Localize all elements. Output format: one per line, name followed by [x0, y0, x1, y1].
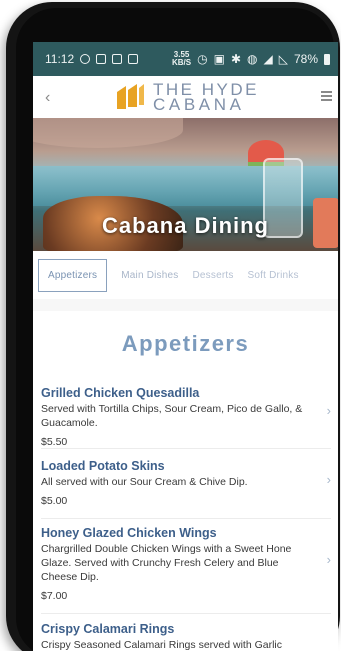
hero-title: Cabana Dining	[101, 213, 269, 238]
menu-item[interactable]: Loaded Potato Skins All served with our …	[41, 459, 331, 519]
nfc-icon: ▣	[213, 52, 225, 66]
hotspot-icon: ◍	[247, 52, 258, 66]
tab-main-dishes[interactable]: Main Dishes	[121, 270, 178, 281]
tab-desserts[interactable]: Desserts	[192, 270, 233, 281]
app-header: ‹ THE HYDE CABANA	[33, 76, 338, 118]
back-chevron-icon[interactable]: ‹	[45, 89, 50, 107]
item-price: $7.00	[41, 590, 68, 602]
hamburger-menu-icon[interactable]	[321, 91, 332, 103]
item-price: $5.00	[41, 495, 68, 507]
item-name: Crispy Calamari Rings	[41, 622, 175, 636]
app-notification-icon	[112, 54, 123, 64]
phone-screen: 11:12 3.55 KB/S ◷ ▣ ✱ ◍ ◢ ◺ 78% ‹ THE HY…	[33, 42, 338, 651]
item-description: Chargrilled Double Chicken Wings with a …	[41, 543, 292, 583]
chevron-right-icon: ›	[326, 552, 331, 567]
menu-item[interactable]: Crispy Calamari Rings Crispy Seasoned Ca…	[41, 622, 331, 651]
app-notification-icon-2	[128, 54, 139, 64]
category-tabs: Appetizers Main Dishes Desserts Soft Dri…	[33, 251, 338, 299]
menu-item[interactable]: Honey Glazed Chicken Wings Chargrilled D…	[41, 526, 331, 614]
status-right: 3.55 KB/S ◷ ▣ ✱ ◍ ◢ ◺ 78%	[172, 51, 330, 67]
chat-notification-icon	[80, 54, 91, 64]
status-time: 11:12	[45, 52, 75, 66]
item-name: Loaded Potato Skins	[41, 459, 165, 473]
tab-soft-drinks[interactable]: Soft Drinks	[248, 270, 299, 281]
item-name: Grilled Chicken Quesadilla	[41, 386, 200, 400]
item-price: $5.50	[41, 436, 68, 448]
menu-content: Appetizers Grilled Chicken Quesadilla Se…	[33, 299, 338, 651]
item-description: Crispy Seasoned Calamari Rings served wi…	[41, 639, 283, 651]
alarm-icon: ◷	[197, 52, 208, 66]
network-speed-unit: KB/S	[172, 58, 192, 67]
chevron-right-icon: ›	[326, 403, 331, 418]
hero-banner: Cabana Dining	[33, 118, 338, 251]
section-title: Appetizers	[121, 331, 250, 356]
item-description: Served with Tortilla Chips, Sour Cream, …	[41, 403, 303, 429]
item-description: All served with our Sour Cream & Chive D…	[41, 476, 248, 488]
status-bar: 11:12 3.55 KB/S ◷ ▣ ✱ ◍ ◢ ◺ 78%	[33, 42, 338, 76]
menu-card: Appetizers Grilled Chicken Quesadilla Se…	[33, 311, 338, 651]
hero-umbrella-shape	[33, 118, 183, 148]
signal-icon: ◢	[263, 52, 273, 66]
hyde-cabana-logo[interactable]: THE HYDE CABANA	[115, 81, 259, 114]
chevron-right-icon: ›	[326, 472, 331, 487]
logo-text: THE HYDE CABANA	[153, 81, 259, 114]
network-speed: 3.55 KB/S	[172, 51, 191, 67]
item-name: Honey Glazed Chicken Wings	[41, 526, 217, 540]
calendar-notification-icon	[96, 54, 107, 64]
status-left: 11:12	[45, 52, 139, 66]
tab-appetizers[interactable]: Appetizers	[38, 258, 108, 292]
vibrate-icon: ✱	[230, 52, 242, 66]
battery-icon	[324, 53, 330, 65]
battery-level: 78%	[293, 52, 318, 66]
logo-mark-icon	[117, 84, 144, 109]
no-signal-icon: ◺	[278, 52, 288, 66]
logo-line-2: CABANA	[153, 95, 245, 114]
menu-item[interactable]: Grilled Chicken Quesadilla Served with T…	[41, 386, 331, 449]
